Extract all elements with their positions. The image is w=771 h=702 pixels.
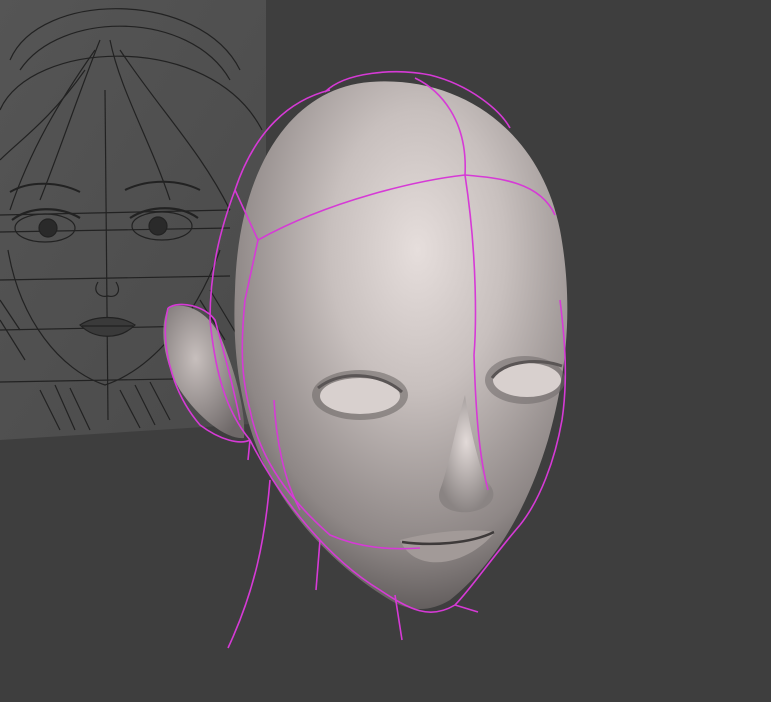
3d-viewport[interactable] [0, 0, 771, 702]
ear-mesh [163, 305, 245, 439]
head-model[interactable] [0, 0, 771, 702]
head-mesh [234, 81, 568, 609]
